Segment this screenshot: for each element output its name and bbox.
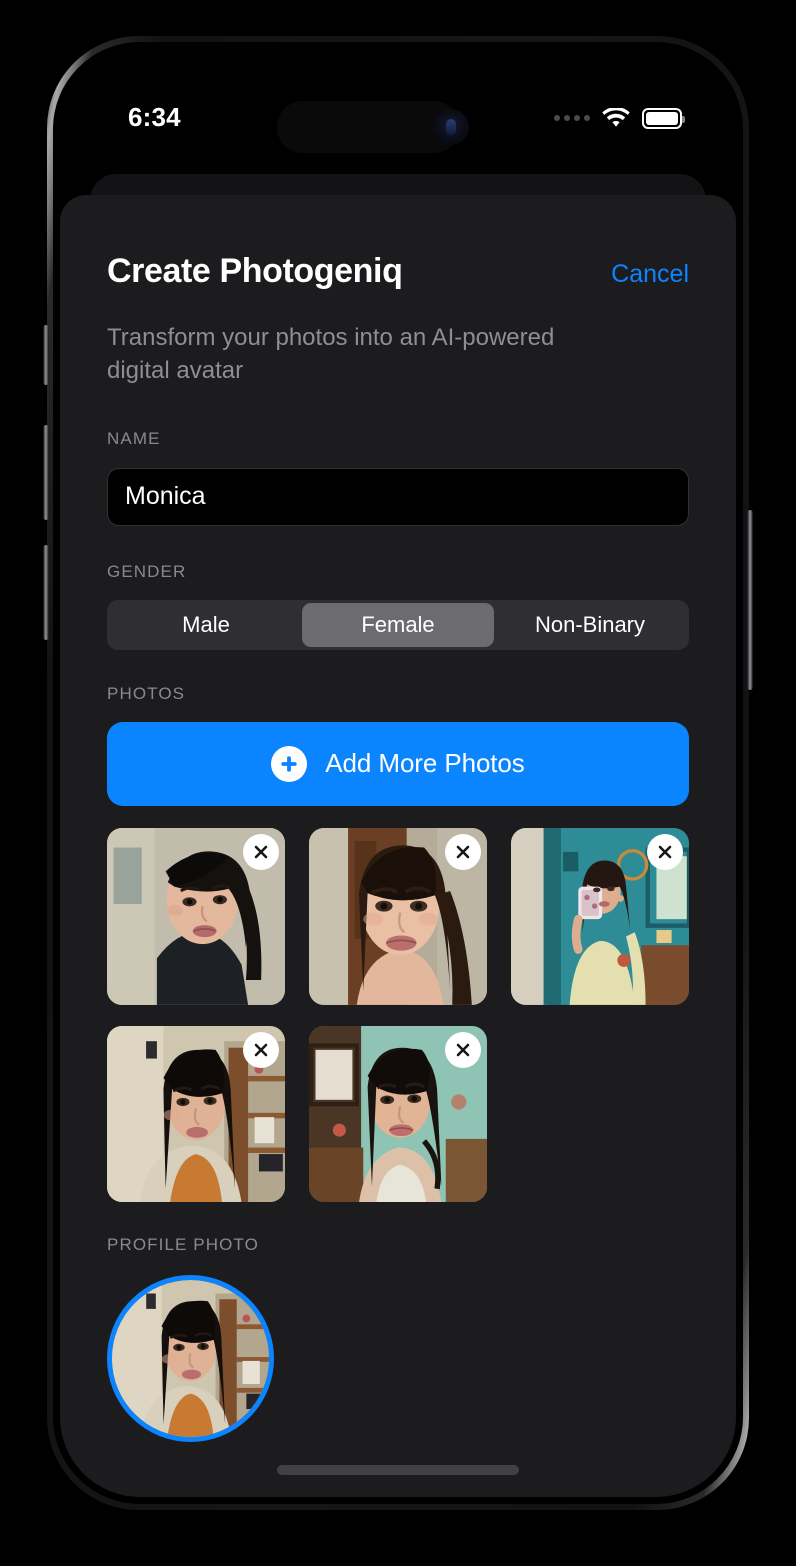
- power-button[interactable]: [747, 510, 753, 690]
- gender-option-male[interactable]: Male: [110, 603, 302, 647]
- photos-section: PHOTOS Add More Photos: [107, 684, 689, 1203]
- add-more-photos-label: Add More Photos: [325, 748, 525, 779]
- volume-down-button[interactable]: [43, 545, 49, 640]
- gender-segmented-control[interactable]: Male Female Non-Binary: [107, 599, 689, 650]
- action-button[interactable]: [43, 325, 49, 385]
- page-title: Create Photogeniq: [107, 252, 403, 290]
- profile-photo-section: PROFILE PHOTO: [107, 1235, 689, 1443]
- cancel-button[interactable]: Cancel: [611, 260, 689, 289]
- cellular-dots-icon: [554, 115, 590, 121]
- remove-photo-button[interactable]: [647, 833, 683, 870]
- photos-section-label: PHOTOS: [107, 683, 186, 703]
- photo-tile[interactable]: [309, 827, 487, 1005]
- gender-section-label: GENDER: [107, 561, 187, 581]
- photo-grid: [107, 827, 689, 1203]
- status-bar-time: 6:34: [128, 102, 181, 132]
- home-indicator[interactable]: [277, 1465, 519, 1475]
- photo-tile[interactable]: [107, 1025, 285, 1203]
- front-camera-icon: [433, 109, 469, 145]
- status-bar-indicators: [554, 105, 685, 131]
- phone-frame: 6:34 Create Photogeniq Cancel Transform …: [43, 36, 753, 1510]
- photo-tile[interactable]: [511, 827, 689, 1005]
- remove-photo-button[interactable]: [243, 1031, 279, 1068]
- sheet-subtitle: Transform your photos into an AI-powered…: [107, 324, 555, 385]
- photo-tile[interactable]: [309, 1025, 487, 1203]
- status-bar: 6:34: [60, 49, 736, 157]
- remove-photo-button[interactable]: [445, 1031, 481, 1068]
- add-more-photos-button[interactable]: Add More Photos: [107, 721, 689, 806]
- volume-up-button[interactable]: [43, 425, 49, 520]
- name-section-label: NAME: [107, 428, 161, 448]
- name-input[interactable]: [107, 467, 689, 526]
- plus-circle-icon: [271, 745, 308, 782]
- avatar[interactable]: [107, 1275, 274, 1443]
- create-photogeniq-sheet: Create Photogeniq Cancel Transform your …: [60, 195, 736, 1497]
- battery-icon: [642, 107, 685, 129]
- photo-tile[interactable]: [107, 827, 285, 1005]
- phone-screen: 6:34 Create Photogeniq Cancel Transform …: [60, 49, 736, 1497]
- sheet-header: Create Photogeniq Cancel: [107, 195, 689, 290]
- battery-fill: [646, 111, 678, 125]
- gender-section: GENDER Male Female Non-Binary: [107, 562, 689, 650]
- wifi-icon: [602, 107, 630, 127]
- gender-option-non-binary[interactable]: Non-Binary: [494, 603, 686, 647]
- remove-photo-button[interactable]: [243, 833, 279, 870]
- gender-option-female[interactable]: Female: [302, 602, 494, 647]
- remove-photo-button[interactable]: [445, 833, 481, 870]
- profile-photo-section-label: PROFILE PHOTO: [107, 1235, 259, 1255]
- name-section: NAME: [107, 429, 689, 526]
